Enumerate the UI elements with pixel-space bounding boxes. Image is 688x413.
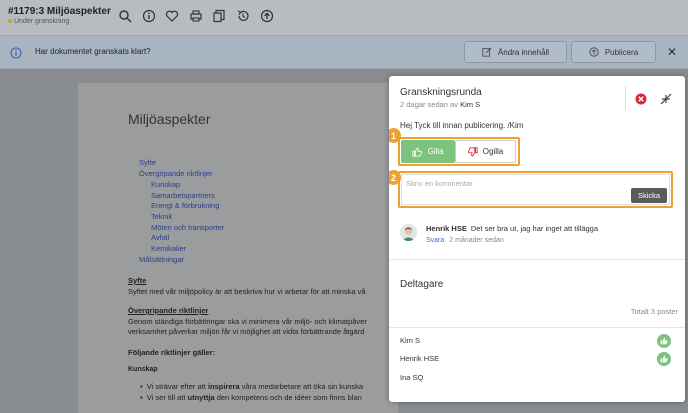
search-icon[interactable] [118,9,132,23]
divider [389,327,685,328]
review-panel: Granskningsrunda 2 dagar sedan av Kim S … [389,76,685,402]
section-text: Syftet med vår miljöpolicy är att beskri… [128,287,366,296]
cancel-review-icon[interactable] [635,92,647,105]
section-text: Genom ständiga förbättringar ska vi mini… [128,317,367,326]
divider [389,259,685,260]
info-icon[interactable] [142,9,156,23]
history-icon[interactable] [236,9,250,23]
participant-name: Kim S [400,336,421,345]
comment-input[interactable]: Skriv en kommentar [401,174,670,205]
bullet-item: • Vi strävar efter att inspirera våra me… [140,382,364,391]
heart-icon[interactable] [165,9,179,23]
print-icon[interactable] [189,9,203,23]
send-button[interactable]: Skicka [631,188,667,203]
document-page [78,83,398,413]
bullet-text: Vi ser till att [146,393,188,402]
comment-body: Henrik HSE Det ser bra ut, jag har inget … [426,224,598,233]
participant-name: Ina SQ [400,373,424,382]
document-status: Under granskning [8,18,69,25]
header-divider [625,86,626,110]
toc-item[interactable]: Möten och transporter [151,223,224,232]
edit-icon [482,47,492,57]
comment-text: Det ser bra ut, jag har inget att tilläg… [470,224,599,233]
publish-label: Publicera [604,47,639,57]
edit-content-button[interactable]: Ändra innehåll [464,41,567,63]
review-author[interactable]: Kim S [460,100,480,109]
publish-button[interactable]: Publicera [571,41,656,63]
top-toolbar: #1179:3 Miljöaspekter Under granskning [0,0,688,36]
toc-item[interactable]: Övergripande riktlinjer [139,169,212,178]
document-heading: Miljöaspekter [128,111,211,127]
status-text: Under granskning [14,18,70,25]
section-text: verksamhet påverkar miljön får vi möjlig… [128,327,365,336]
notice-text: Har dokumentet granskats klart? [35,47,151,56]
review-notice-bar: Har dokumentet granskats klart? Ändra in… [0,36,688,69]
comment-author[interactable]: Henrik HSE [426,224,467,233]
bullet-bold: inspirera [207,382,240,391]
copy-icon[interactable] [212,9,226,23]
toc-item[interactable]: Kemikalier [151,244,186,253]
participants-title: Deltagare [400,279,444,290]
bullet-text: den kompetens och de idéer som finns bla… [214,393,362,402]
info-circle-icon [10,46,22,59]
section-heading: Övergripande riktlinjer [128,306,209,315]
participants-total: Totalt 3 poster [630,307,678,316]
upload-circle-icon [589,47,599,57]
toc-item[interactable]: Syfte [139,158,156,167]
reply-link[interactable]: Svara [426,237,444,244]
participant-name: Henrik HSE [400,354,440,363]
review-title: Granskningsrunda [400,87,482,98]
thumbs-up-badge-icon [657,352,671,366]
comment-meta: Svara 2 månader sedan [426,237,504,244]
status-dot-icon [8,19,12,24]
avatar [400,224,417,241]
like-button[interactable]: Gilla [401,140,455,163]
section-heading: Syfte [128,276,147,285]
upload-icon[interactable] [260,9,274,23]
bullet-text: Vi strävar efter att [146,382,208,391]
review-message: Hej Tyck till innan publicering. /Kim [400,121,524,130]
sub-heading: Kunskap [128,366,158,373]
bullet-text: våra medarbetare att öka sin kunska [239,382,364,391]
edit-content-label: Ändra innehåll [497,47,550,57]
like-label: Gilla [427,147,444,156]
close-icon[interactable]: ✕ [667,45,677,59]
toc-item[interactable]: Kunskap [151,180,180,189]
thumbs-down-icon [467,146,478,157]
dislike-label: Ogilla [482,147,504,156]
bullet-bold: utnyttja [187,393,215,402]
document-title: #1179:3 Miljöaspekter [8,6,111,17]
toc-item[interactable]: Teknik [151,212,172,221]
toc-item[interactable]: Samarbetspartners [151,191,215,200]
bullet-item: • Vi ser till att utnyttja den kompetens… [140,393,362,402]
rules-heading: Följande riktlinjer gäller: [128,348,216,357]
thumbs-up-icon [412,146,423,157]
review-date: 2 dagar sedan av [400,100,458,109]
dislike-button[interactable]: Ogilla [455,140,516,163]
minimize-icon[interactable] [660,92,672,105]
toc-item[interactable]: Energi & förbrukning [151,201,219,210]
toc-item[interactable]: Målsättningar [139,255,184,264]
toc-item[interactable]: Avfall [151,233,169,242]
review-subtitle: 2 dagar sedan av Kim S [400,100,480,109]
comment-time: 2 månader sedan [449,237,504,244]
thumbs-up-badge-icon [657,334,671,348]
